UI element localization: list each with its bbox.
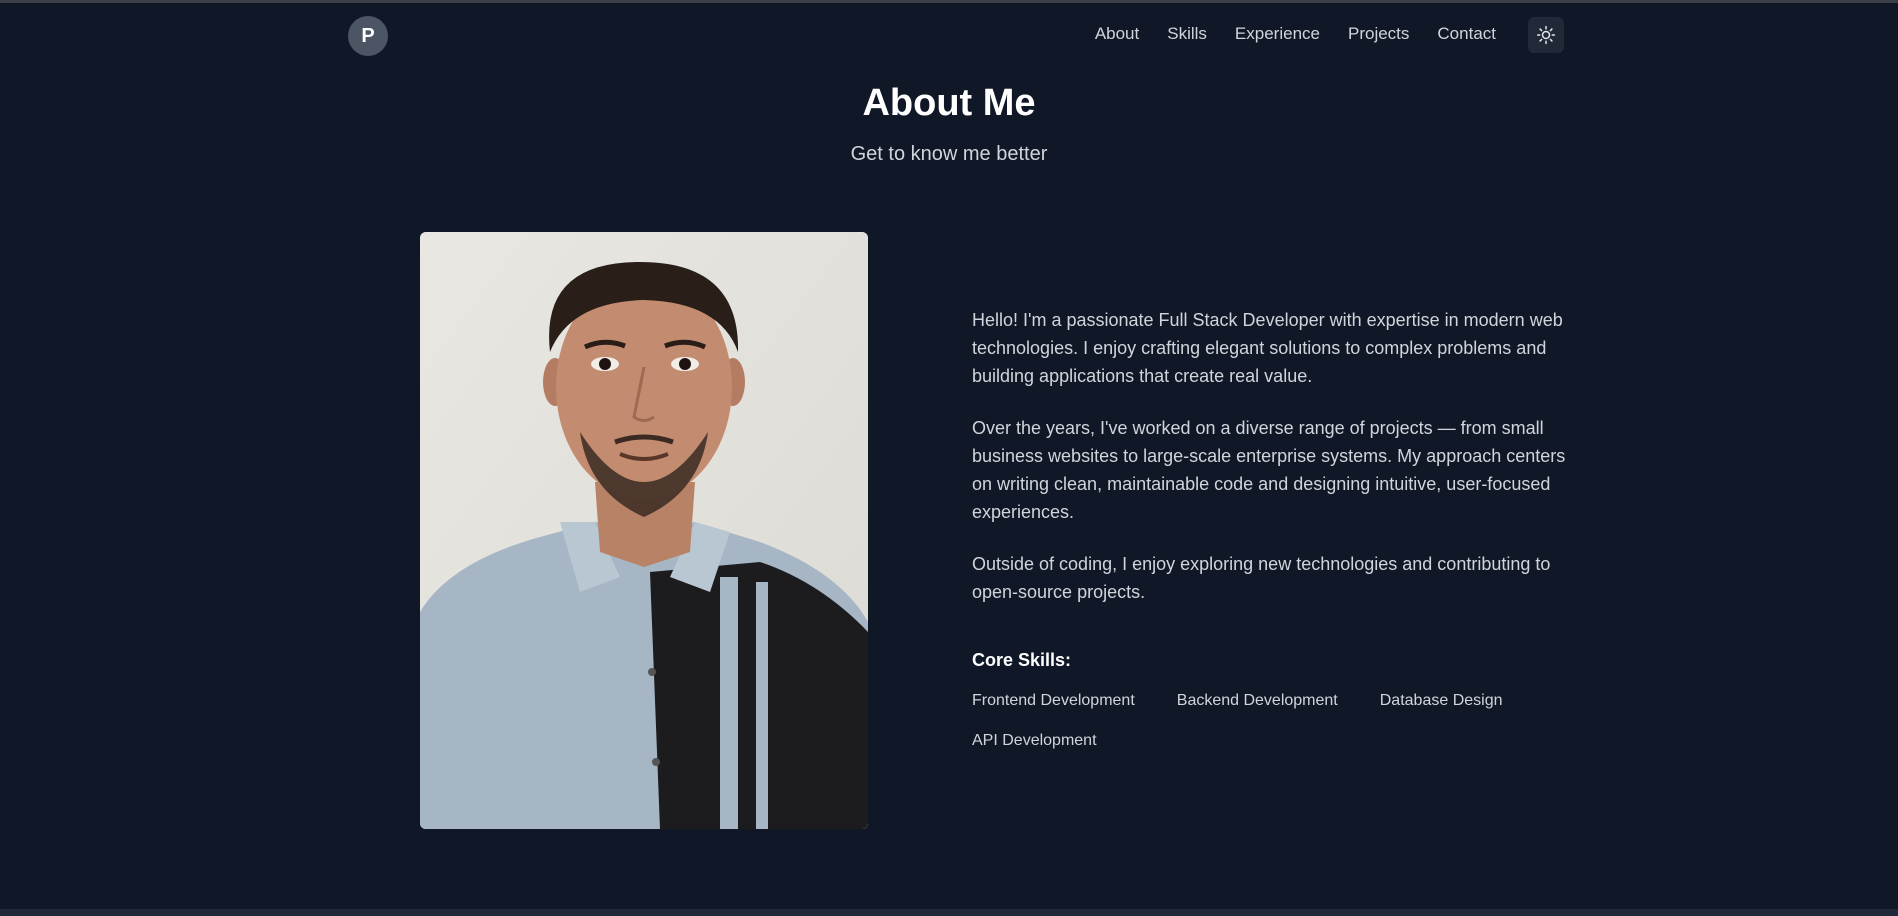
theme-toggle-button[interactable] xyxy=(1528,17,1564,53)
page-subtitle: Get to know me better xyxy=(850,143,1048,165)
about-paragraph: Over the years, I've worked on a diverse… xyxy=(972,418,1566,522)
profile-photo xyxy=(420,232,868,829)
about-text: Hello! I'm a passionate Full Stack Devel… xyxy=(972,306,1572,630)
skill-tag: Frontend Development xyxy=(972,692,1135,709)
sun-icon xyxy=(1536,25,1556,45)
nav-link-projects[interactable]: Projects xyxy=(1348,24,1409,44)
section-divider xyxy=(0,909,1898,916)
page-title: About Me xyxy=(862,82,1036,124)
core-skills-heading: Core Skills: xyxy=(972,650,1072,670)
nav-link-contact[interactable]: Contact xyxy=(1437,24,1496,44)
about-paragraph: Outside of coding, I enjoy exploring new… xyxy=(972,554,1551,602)
nav-links: About Skills Experience Projects Contact xyxy=(1095,14,1496,54)
core-skills-list: Frontend Development Backend Development… xyxy=(972,690,1572,752)
skill-tag: API Development xyxy=(972,732,1097,749)
nav-link-experience[interactable]: Experience xyxy=(1235,24,1320,44)
about-paragraph: Hello! I'm a passionate Full Stack Devel… xyxy=(972,310,1563,386)
logo-avatar[interactable]: P xyxy=(348,16,388,56)
window-top-border xyxy=(0,0,1898,3)
skill-tag: Database Design xyxy=(1379,692,1503,709)
skill-tag: Backend Development xyxy=(1176,692,1338,709)
nav-link-about[interactable]: About xyxy=(1095,24,1139,44)
nav-link-skills[interactable]: Skills xyxy=(1167,24,1207,44)
navbar: P About Skills Experience Projects Conta… xyxy=(348,14,1564,56)
